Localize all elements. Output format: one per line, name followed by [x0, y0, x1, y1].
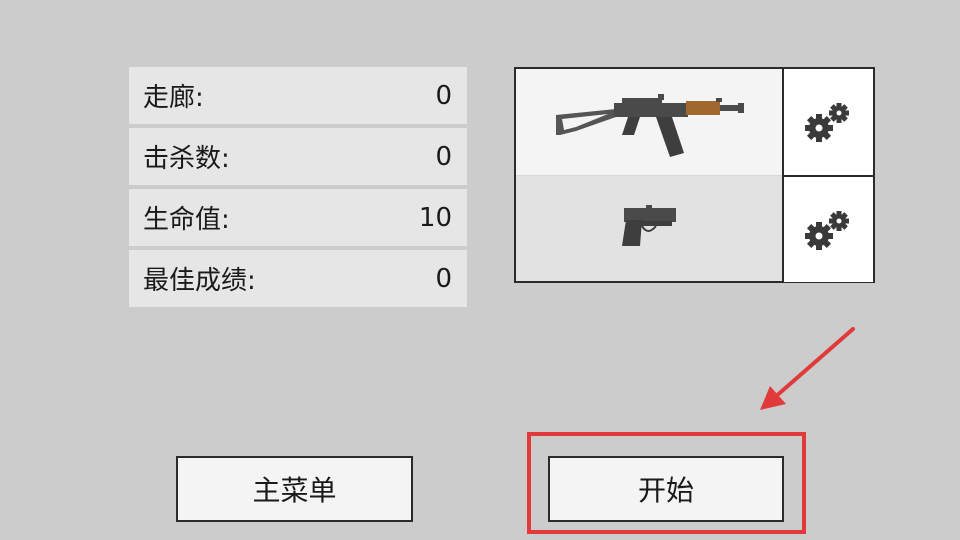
gears-icon — [804, 103, 849, 142]
stat-row-best-score: 最佳成绩: 0 — [129, 250, 467, 307]
panel-divider-horizontal — [784, 175, 873, 177]
weapon-slot-secondary — [516, 176, 873, 282]
gears-icon — [804, 210, 849, 250]
weapon-cell-secondary[interactable] — [516, 176, 782, 281]
annotation-arrow-icon — [760, 327, 855, 410]
stat-value-corridor: 0 — [435, 80, 452, 111]
row-separator — [516, 175, 782, 176]
stat-label-health: 生命值: — [143, 205, 230, 235]
weapon-settings-primary-button[interactable] — [784, 69, 873, 175]
stat-row-kills: 击杀数: 0 — [129, 128, 467, 185]
stat-label-best-score: 最佳成绩: — [143, 266, 256, 296]
stat-row-health: 生命值: 10 — [129, 189, 467, 246]
weapon-settings-secondary-button[interactable] — [784, 177, 873, 282]
stat-row-corridor: 走廊: 0 — [129, 67, 467, 124]
weapon-loadout-panel — [514, 67, 875, 283]
weapon-slot-primary — [516, 69, 873, 175]
stat-label-corridor: 走廊: — [143, 83, 204, 113]
main-menu-button[interactable]: 主菜单 — [176, 456, 413, 522]
pistol-icon — [622, 205, 676, 246]
stat-label-kills: 击杀数: — [143, 144, 230, 174]
stat-value-health: 10 — [418, 202, 452, 233]
stats-panel: 走廊: 0 击杀数: 0 生命值: 10 最佳成绩: 0 — [129, 67, 467, 307]
stat-value-best-score: 0 — [435, 263, 452, 294]
stat-value-kills: 0 — [435, 141, 452, 172]
start-button[interactable]: 开始 — [548, 456, 784, 522]
weapon-cell-primary[interactable] — [516, 69, 782, 175]
assault-rifle-icon — [556, 94, 744, 157]
